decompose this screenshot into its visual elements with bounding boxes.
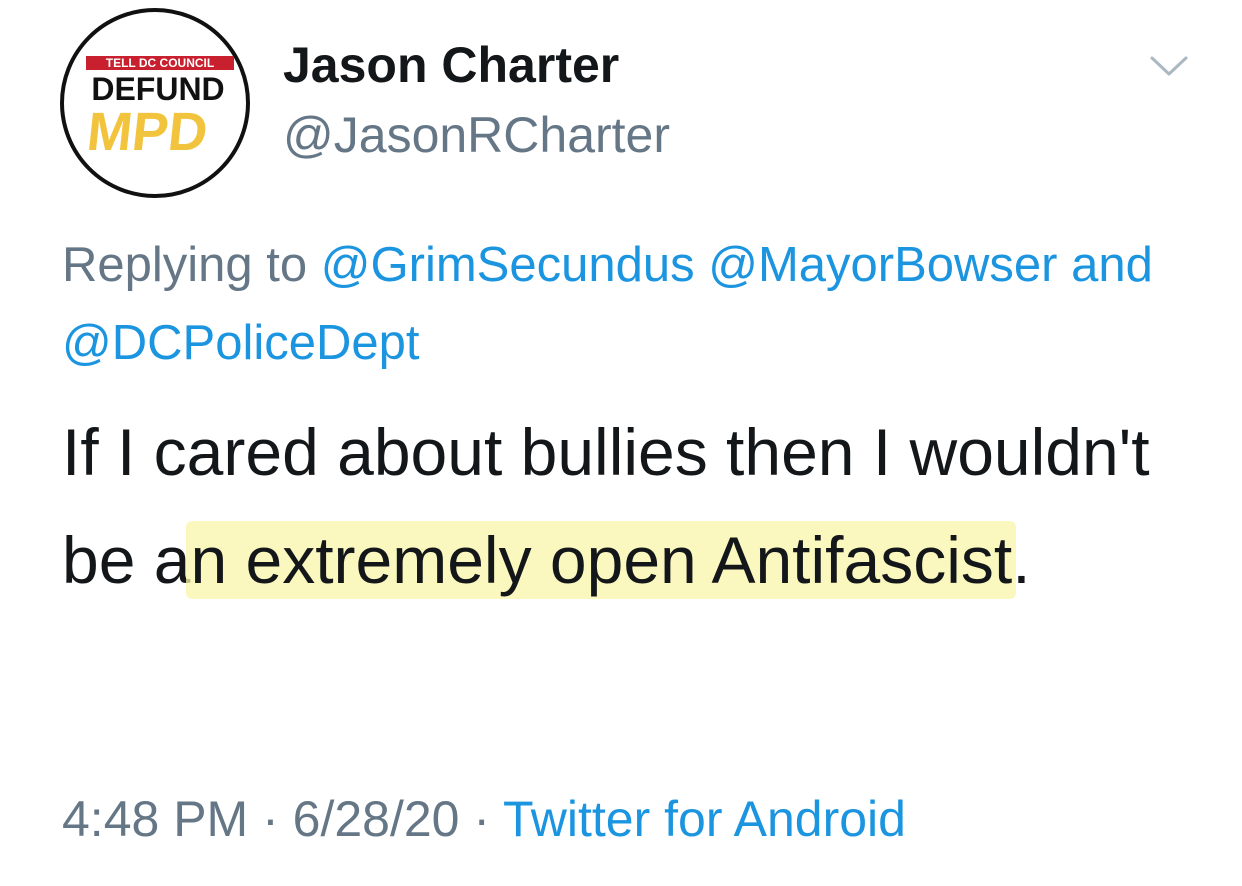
mention-link[interactable]: @MayorBowser: [708, 238, 1057, 292]
tweet-date[interactable]: 6/28/20: [293, 791, 460, 847]
reply-context: Replying to @GrimSecundus @MayorBowser a…: [62, 226, 1182, 382]
user-handle[interactable]: @JasonRCharter: [283, 106, 670, 164]
reply-connector: and: [1057, 238, 1153, 292]
mention-link[interactable]: @GrimSecundus: [321, 238, 695, 292]
tweet-source-link[interactable]: Twitter for Android: [503, 791, 906, 847]
meta-separator: ·: [459, 791, 504, 847]
svg-text:TELL DC COUNCIL: TELL DC COUNCIL: [106, 56, 214, 70]
svg-text:MPD: MPD: [84, 102, 210, 162]
tweet-text-part: .: [1012, 523, 1031, 597]
tweet-text: If I cared about bullies then I wouldn't…: [62, 398, 1182, 614]
mention-link[interactable]: @DCPoliceDept: [62, 316, 419, 370]
tweet-metadata: 4:48 PM · 6/28/20 · Twitter for Android: [62, 790, 906, 848]
display-name[interactable]: Jason Charter: [283, 36, 619, 94]
chevron-down-icon[interactable]: [1148, 50, 1190, 80]
reply-prefix: Replying to: [62, 238, 321, 292]
meta-separator: ·: [248, 791, 293, 847]
avatar[interactable]: TELL DC COUNCIL DEFUND MPD: [60, 8, 250, 198]
tweet-time[interactable]: 4:48 PM: [62, 791, 248, 847]
highlighted-text: n extremely open Antifascist: [186, 521, 1017, 599]
defund-mpd-logo: TELL DC COUNCIL DEFUND MPD: [84, 56, 234, 162]
